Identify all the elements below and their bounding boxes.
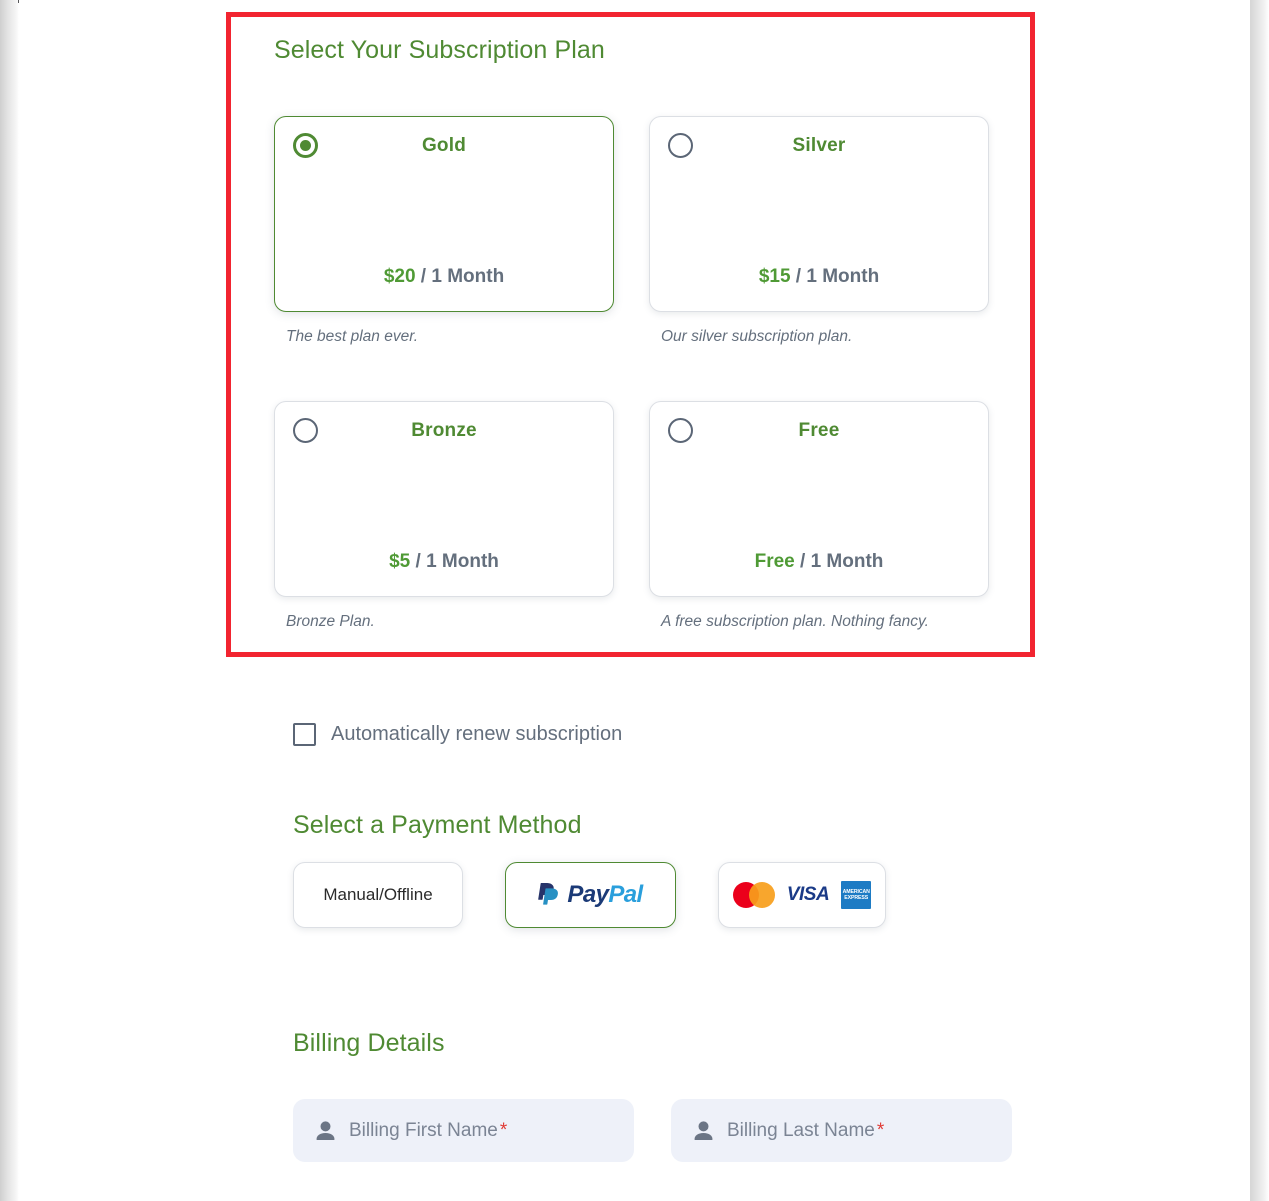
plan-name-free: Free <box>798 419 840 441</box>
plan-grid: Gold $20 / 1 Month The best plan ever. S… <box>274 116 989 631</box>
plan-price-period-gold: / 1 Month <box>420 266 505 287</box>
page-root: Select Your Subscription Plan Gold $20 /… <box>0 0 1269 1201</box>
page-scrollbar-gutter[interactable] <box>1250 0 1269 1201</box>
plan-header-free: Free <box>668 418 970 443</box>
paypal-word-pay: Pay <box>567 881 609 908</box>
paypal-word-pal: Pal <box>608 881 643 908</box>
mastercard-icon <box>732 882 775 908</box>
amex-icon: AMERICAN EXPRESS <box>841 881 872 909</box>
plan-header-gold: Gold <box>293 133 595 158</box>
plan-description-bronze: Bronze Plan. <box>286 613 375 630</box>
billing-first-name-required-marker: * <box>499 1119 508 1141</box>
paypal-logo: PayPal <box>538 881 643 909</box>
billing-first-name-placeholder: Billing First Name * <box>349 1120 507 1142</box>
plan-card-free[interactable]: Free Free / 1 Month <box>649 401 989 597</box>
billing-section-heading: Billing Details <box>293 1029 445 1057</box>
plan-description-silver: Our silver subscription plan. <box>661 328 853 345</box>
plan-cell-free: Free Free / 1 Month A free subscription … <box>649 401 989 631</box>
plan-price-free: Free / 1 Month <box>668 551 970 573</box>
auto-renew-label: Automatically renew subscription <box>331 723 623 745</box>
plan-header-silver: Silver <box>668 133 970 158</box>
billing-last-name-required-marker: * <box>876 1119 885 1141</box>
plan-cell-bronze: Bronze $5 / 1 Month Bronze Plan. <box>274 401 614 631</box>
plan-name-silver: Silver <box>792 134 846 156</box>
plan-price-period-bronze: / 1 Month <box>415 551 499 572</box>
billing-fields-row: Billing First Name * Billing Last Name * <box>293 1099 1012 1162</box>
payment-section-heading: Select a Payment Method <box>293 811 582 839</box>
plan-name-gold: Gold <box>421 134 467 156</box>
plan-price-gold: $20 / 1 Month <box>293 266 595 288</box>
plan-card-bronze[interactable]: Bronze $5 / 1 Month <box>274 401 614 597</box>
plan-cell-silver: Silver $15 / 1 Month Our silver subscrip… <box>649 116 989 346</box>
plan-radio-bronze[interactable] <box>293 418 318 443</box>
plan-grid-row-spacer-right <box>649 346 989 401</box>
person-icon <box>316 1120 335 1140</box>
payment-method-paypal[interactable]: PayPal <box>505 862 676 928</box>
billing-last-name-field[interactable]: Billing Last Name * <box>671 1099 1012 1162</box>
billing-last-name-placeholder: Billing Last Name * <box>727 1120 884 1142</box>
billing-first-name-field[interactable]: Billing First Name * <box>293 1099 634 1162</box>
plan-price-period-silver: / 1 Month <box>795 266 880 287</box>
paypal-icon <box>538 883 559 905</box>
person-icon <box>694 1120 713 1140</box>
billing-first-name-placeholder-text: Billing First Name <box>349 1119 498 1141</box>
plan-price-silver: $15 / 1 Month <box>668 266 970 288</box>
subscription-section-heading: Select Your Subscription Plan <box>274 36 605 64</box>
card-logos-group: VISA AMERICAN EXPRESS <box>732 881 872 909</box>
payment-method-row: Manual/Offline PayPal VISA AMERICAN EXPR… <box>293 862 886 928</box>
paypal-wordmark: PayPal <box>567 881 643 909</box>
plan-price-amount-silver: $15 <box>758 266 791 287</box>
amex-wordmark: AMERICAN EXPRESS <box>843 889 870 901</box>
plan-card-silver[interactable]: Silver $15 / 1 Month <box>649 116 989 312</box>
plan-price-amount-bronze: $5 <box>389 551 411 572</box>
plan-description-gold: The best plan ever. <box>286 328 419 345</box>
plan-radio-free[interactable] <box>668 418 693 443</box>
plan-price-amount-gold: $20 <box>383 266 416 287</box>
plan-price-bronze: $5 / 1 Month <box>293 551 595 573</box>
payment-method-credit-card[interactable]: VISA AMERICAN EXPRESS <box>718 862 886 928</box>
plan-radio-gold[interactable] <box>293 133 318 158</box>
auto-renew-row[interactable]: Automatically renew subscription <box>293 723 622 746</box>
payment-method-manual-label: Manual/Offline <box>323 885 433 904</box>
page-content: Select Your Subscription Plan Gold $20 /… <box>19 0 1250 1201</box>
page-left-gutter <box>0 0 19 1201</box>
subscription-plan-section: Select Your Subscription Plan Gold $20 /… <box>274 36 989 631</box>
plan-cell-gold: Gold $20 / 1 Month The best plan ever. <box>274 116 614 346</box>
visa-icon: VISA <box>786 884 830 905</box>
plan-card-gold[interactable]: Gold $20 / 1 Month <box>274 116 614 312</box>
payment-method-manual-offline[interactable]: Manual/Offline <box>293 862 463 928</box>
plan-price-period-free: / 1 Month <box>800 551 884 572</box>
plan-description-free: A free subscription plan. Nothing fancy. <box>661 613 929 630</box>
amex-line-2: EXPRESS <box>844 895 869 901</box>
plan-name-bronze: Bronze <box>411 419 477 441</box>
plan-grid-row-spacer-left <box>274 346 614 401</box>
auto-renew-checkbox[interactable] <box>293 723 316 746</box>
plan-radio-silver[interactable] <box>668 133 693 158</box>
mastercard-orange-circle <box>748 882 775 908</box>
plan-header-bronze: Bronze <box>293 418 595 443</box>
plan-price-amount-free: Free <box>754 551 795 572</box>
billing-last-name-placeholder-text: Billing Last Name <box>727 1119 875 1141</box>
